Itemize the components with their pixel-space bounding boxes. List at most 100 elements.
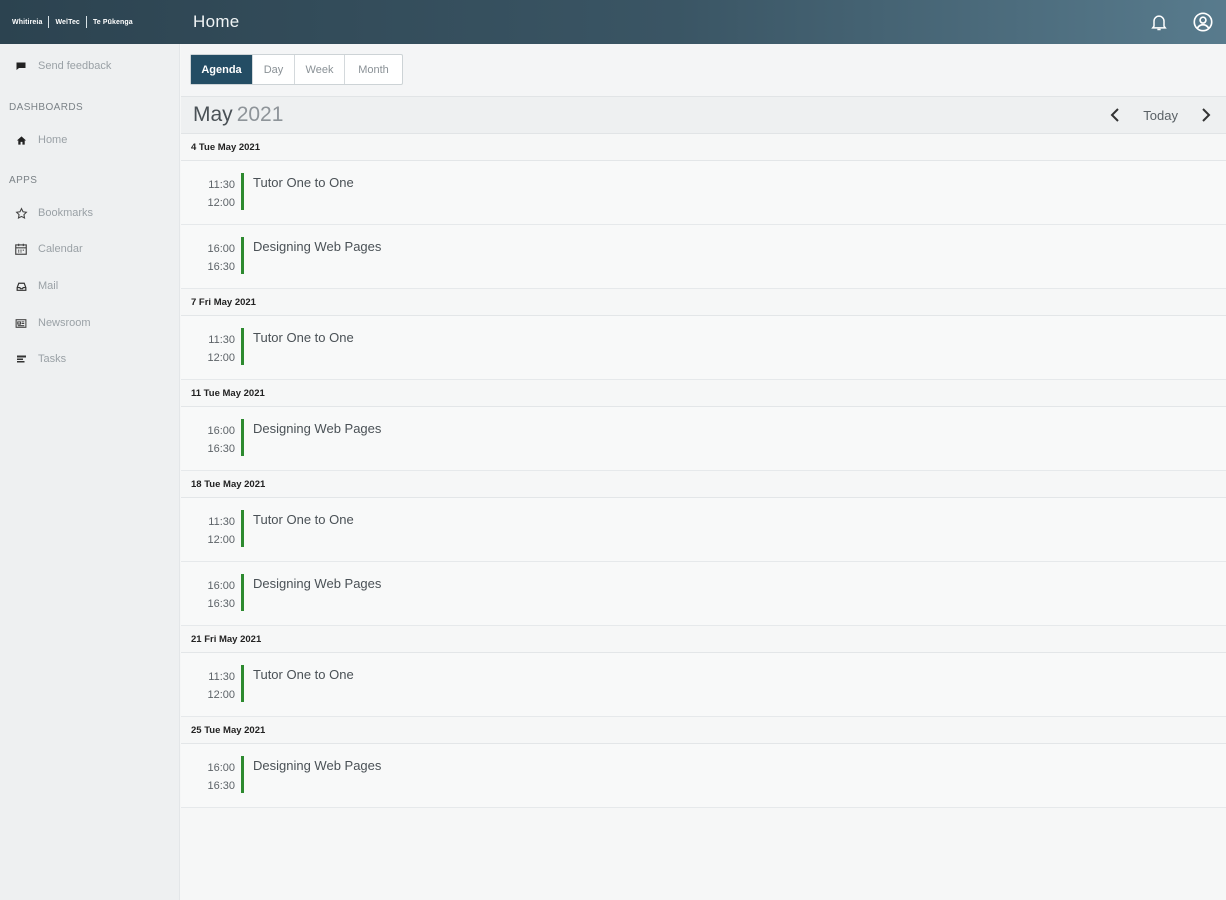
day-header: 18 Tue May 2021	[181, 471, 1226, 498]
event-end-time: 12:00	[207, 352, 235, 364]
event-color-bar	[241, 510, 244, 547]
event-start-time: 16:00	[207, 243, 235, 255]
month-navigation-bar: May 2021 Today	[181, 96, 1226, 134]
sidebar-item-bookmarks[interactable]: Bookmarks	[14, 204, 93, 222]
agenda-event[interactable]: 11:30 12:00 Tutor One to One	[181, 498, 1226, 562]
agenda-event[interactable]: 16:00 16:30 Designing Web Pages	[181, 744, 1226, 808]
star-icon	[14, 206, 28, 220]
event-times: 11:30 12:00	[193, 331, 235, 367]
page-title: Home	[193, 12, 240, 31]
tab-day[interactable]: Day	[253, 55, 295, 84]
agenda-event[interactable]: 11:30 12:00 Tutor One to One	[181, 161, 1226, 225]
month-title: May 2021	[193, 103, 283, 127]
day-header: 25 Tue May 2021	[181, 717, 1226, 744]
event-times: 16:00 16:30	[193, 422, 235, 458]
event-end-time: 12:00	[207, 197, 235, 209]
sidebar-item-label: Send feedback	[38, 60, 112, 72]
agenda-event[interactable]: 11:30 12:00 Tutor One to One	[181, 653, 1226, 717]
tab-month[interactable]: Month	[345, 55, 402, 84]
event-title: Tutor One to One	[253, 175, 354, 190]
agenda-event[interactable]: 11:30 12:00 Tutor One to One	[181, 316, 1226, 380]
sidebar-item-mail[interactable]: Mail	[14, 277, 58, 295]
inbox-icon	[14, 279, 28, 293]
event-end-time: 16:30	[207, 261, 235, 273]
day-header: 11 Tue May 2021	[181, 380, 1226, 407]
event-times: 11:30 12:00	[193, 176, 235, 212]
event-end-time: 16:30	[207, 443, 235, 455]
agenda-event[interactable]: 16:00 16:30 Designing Web Pages	[181, 407, 1226, 471]
event-color-bar	[241, 328, 244, 365]
event-title: Designing Web Pages	[253, 239, 382, 254]
logo-group[interactable]: Whitireia WelTec Te Pūkenga	[0, 16, 181, 28]
sidebar-item-send-feedback[interactable]: Send feedback	[14, 57, 111, 75]
event-times: 11:30 12:00	[193, 668, 235, 704]
event-title: Designing Web Pages	[253, 758, 382, 773]
event-end-time: 12:00	[207, 534, 235, 546]
account-icon[interactable]	[1192, 11, 1214, 33]
apps-heading: APPS	[9, 175, 38, 186]
agenda-list: 4 Tue May 2021 11:30 12:00 Tutor One to …	[181, 134, 1226, 808]
event-color-bar	[241, 173, 244, 210]
chat-bubble-icon	[14, 59, 28, 73]
event-start-time: 16:00	[207, 762, 235, 774]
tab-week[interactable]: Week	[295, 55, 345, 84]
tasks-icon	[14, 352, 28, 366]
bell-icon[interactable]	[1148, 11, 1170, 33]
event-start-time: 11:30	[208, 516, 235, 528]
logo-weltec: WelTec	[55, 18, 80, 26]
chevron-right-icon	[1202, 108, 1211, 122]
sidebar-item-label: Mail	[38, 280, 59, 292]
logo-whitireia: Whitireia	[12, 18, 43, 26]
event-color-bar	[241, 756, 244, 793]
agenda-event[interactable]: 16:00 16:30 Designing Web Pages	[181, 562, 1226, 626]
sidebar-item-label: Tasks	[38, 353, 67, 365]
year-label: 2021	[236, 103, 284, 126]
event-times: 16:00 16:30	[193, 577, 235, 613]
event-title: Tutor One to One	[253, 330, 354, 345]
event-color-bar	[241, 665, 244, 702]
view-switcher: Agenda Day Week Month	[190, 54, 403, 85]
day-header: 4 Tue May 2021	[181, 134, 1226, 161]
sidebar-item-label: Bookmarks	[38, 207, 94, 219]
next-month-button[interactable]	[1196, 105, 1216, 125]
event-color-bar	[241, 419, 244, 456]
logo-te-pukenga: Te Pūkenga	[92, 18, 133, 26]
event-start-time: 11:30	[208, 671, 235, 683]
sidebar-item-tasks[interactable]: Tasks	[14, 350, 66, 368]
sidebar-item-newsroom[interactable]: Newsroom	[14, 314, 91, 332]
event-times: 16:00 16:30	[193, 240, 235, 276]
event-start-time: 16:00	[207, 425, 235, 437]
agenda-event[interactable]: 16:00 16:30 Designing Web Pages	[181, 225, 1226, 289]
tab-agenda[interactable]: Agenda	[191, 55, 253, 84]
event-color-bar	[241, 574, 244, 611]
event-title: Tutor One to One	[253, 512, 354, 527]
sidebar-item-calendar[interactable]: Calendar	[14, 240, 83, 258]
event-times: 11:30 12:00	[193, 513, 235, 549]
sidebar-item-label: Home	[38, 134, 68, 146]
today-button[interactable]: Today	[1143, 108, 1178, 123]
event-start-time: 11:30	[208, 179, 235, 191]
event-end-time: 16:30	[207, 598, 235, 610]
event-color-bar	[241, 237, 244, 274]
calendar-icon	[14, 242, 28, 256]
view-toolbar: Agenda Day Week Month	[181, 44, 1226, 96]
chevron-left-icon	[1110, 108, 1120, 122]
previous-month-button[interactable]	[1105, 105, 1125, 125]
logo-divider	[48, 16, 50, 28]
event-title: Designing Web Pages	[253, 576, 382, 591]
event-title: Tutor One to One	[253, 667, 354, 682]
dashboards-heading: DASHBOARDS	[9, 102, 84, 113]
sidebar-item-label: Calendar	[38, 243, 83, 255]
sidebar-item-home[interactable]: Home	[14, 131, 67, 149]
day-header: 7 Fri May 2021	[181, 289, 1226, 316]
top-app-bar: Whitireia WelTec Te Pūkenga Home	[0, 0, 1226, 44]
event-end-time: 12:00	[207, 689, 235, 701]
event-start-time: 16:00	[207, 580, 235, 592]
sidebar: Send feedback DASHBOARDS Home APPS Bookm…	[0, 44, 180, 900]
sidebar-item-label: Newsroom	[38, 317, 91, 329]
event-end-time: 16:30	[207, 780, 235, 792]
event-title: Designing Web Pages	[253, 421, 382, 436]
newspaper-icon	[14, 316, 28, 330]
home-icon	[14, 133, 28, 147]
logo-divider	[85, 16, 87, 28]
